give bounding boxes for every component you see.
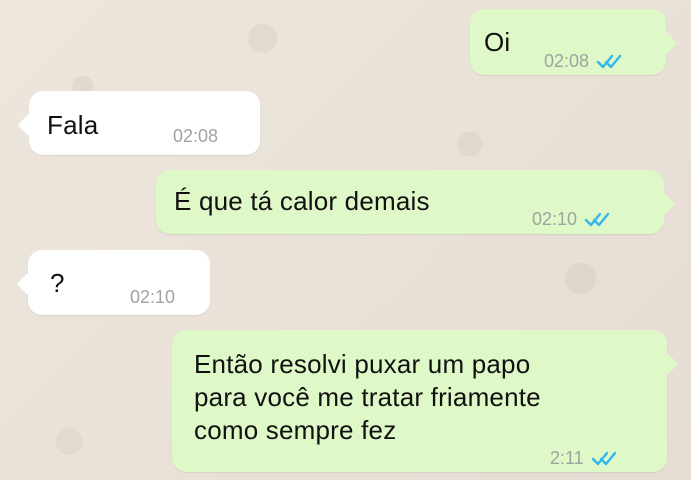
- message-text: ?: [50, 268, 65, 298]
- message-time: 02:08: [173, 126, 219, 146]
- message-bubble-outgoing[interactable]: Oi 02:08: [470, 9, 666, 75]
- message-text: Então resolvi puxar um papo para você me…: [194, 349, 541, 445]
- message-bubble-incoming[interactable]: Fala 02:08: [29, 91, 260, 155]
- message-time: 02:10: [130, 287, 176, 307]
- message-bubble-incoming[interactable]: ? 02:10: [28, 250, 210, 315]
- double-check-icon: [591, 449, 619, 467]
- message-meta: 2:11: [550, 449, 619, 467]
- message-time: 02:10: [532, 209, 578, 229]
- message-text: É que tá calor demais: [174, 186, 430, 216]
- message-text: Fala: [47, 110, 99, 140]
- message-meta: 02:10: [532, 210, 612, 228]
- message-meta: 02:08: [173, 127, 218, 145]
- double-check-icon: [596, 52, 624, 70]
- message-bubble-outgoing[interactable]: É que tá calor demais 02:10: [156, 170, 664, 234]
- message-time: 02:08: [544, 51, 590, 71]
- double-check-icon: [584, 210, 612, 228]
- message-time: 2:11: [550, 448, 584, 468]
- message-meta: 02:10: [130, 288, 175, 306]
- message-text: Oi: [484, 27, 511, 57]
- message-bubble-outgoing[interactable]: Então resolvi puxar um papo para você me…: [172, 330, 667, 472]
- message-meta: 02:08: [544, 52, 624, 70]
